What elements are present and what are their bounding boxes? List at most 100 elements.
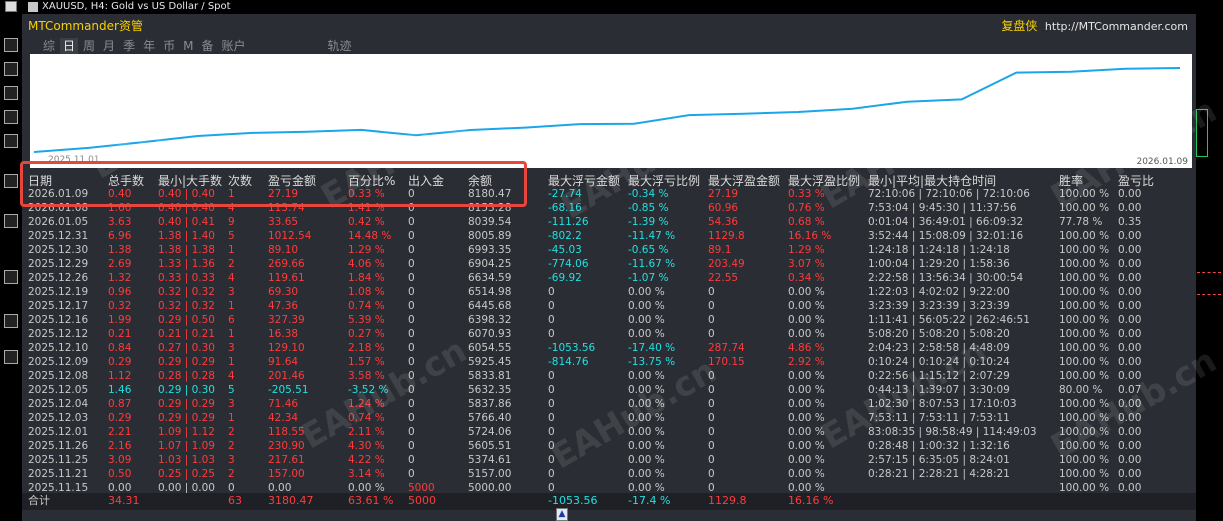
cell-count: 4 [228, 272, 235, 284]
table-row[interactable]: 2025.12.31 6.96 1.38 | 1.40 5 1012.54 14.48 %… [22, 229, 1196, 243]
cell-max-float-loss: -68.16 [548, 202, 582, 214]
menu-icon[interactable] [5, 1, 17, 12]
table-row[interactable]: 2025.12.03 0.29 0.29 | 0.29 1 42.34 0.74 % 0 57… [22, 411, 1196, 425]
tab-quarterly[interactable]: 季 [120, 38, 138, 54]
table-row[interactable]: 2025.12.12 0.21 0.21 | 0.21 1 16.38 0.27 % 0 60… [22, 327, 1196, 341]
toolbar-icon[interactable] [4, 38, 18, 52]
table-row[interactable]: 2025.12.09 0.29 0.29 | 0.29 1 91.64 1.57 % 0 59… [22, 355, 1196, 369]
cell-pnl: 327.39 [268, 314, 305, 326]
cell-balance: 6445.68 [468, 300, 512, 312]
cell-max-float-profit: 0 [708, 314, 715, 326]
cell-win-rate: 100.00 % [1059, 230, 1110, 242]
cell-deposit: 0 [408, 314, 415, 326]
cell-pct: 0.42 % [348, 216, 385, 228]
cell-profit-factor: 0.00 [1118, 188, 1142, 200]
table-row[interactable]: 2025.12.08 1.12 0.28 | 0.28 4 201.46 3.58 % 0 5… [22, 369, 1196, 383]
tab-monthly[interactable]: 月 [100, 38, 118, 54]
cell-max-float-profit-pct: 0.34 % [788, 272, 825, 284]
tab-account[interactable]: 账户 [218, 38, 248, 54]
site-url[interactable]: http://MTCommander.com [1045, 20, 1188, 33]
cell-max-float-loss: 0 [548, 426, 555, 438]
cell-max-float-loss: 0 [548, 286, 555, 298]
toolbar-icon[interactable] [4, 350, 18, 364]
table-row[interactable]: 2025.11.26 2.16 1.07 | 1.09 2 230.90 4.30 % 0 5… [22, 439, 1196, 453]
tab-currency[interactable]: 币 [160, 38, 178, 54]
total-deposit: 5000 [408, 494, 436, 507]
cell-max-float-profit: 0 [708, 454, 715, 466]
cell-pct: 3.58 % [348, 370, 385, 382]
cell-max-float-profit: 0 [708, 440, 715, 452]
cell-win-rate: 77.78 % [1059, 216, 1103, 228]
cell-min-max-lots: 1.03 | 1.03 [158, 454, 215, 466]
table-row[interactable]: 2025.12.05 1.46 0.29 | 0.30 5 -205.51 -3.52 %… [22, 383, 1196, 397]
cell-balance: 6054.55 [468, 342, 512, 354]
cell-profit-factor: 0.00 [1118, 258, 1142, 270]
tab-trajectory[interactable]: 轨迹 [325, 38, 355, 54]
cell-max-float-loss: -774.06 [548, 258, 589, 270]
tab-notes[interactable]: 备 [198, 38, 216, 54]
toolbar-icon[interactable] [4, 270, 18, 284]
cell-profit-factor: 0.00 [1118, 230, 1142, 242]
cell-balance: 6070.93 [468, 328, 512, 340]
cell-max-float-loss: 0 [548, 398, 555, 410]
cell-pct: 3.14 % [348, 468, 385, 480]
table-row[interactable]: 2025.12.16 1.99 0.29 | 0.50 6 327.39 5.39 % 0 6… [22, 313, 1196, 327]
cell-pnl: 42.34 [268, 412, 299, 424]
table-row[interactable]: 2025.12.01 2.21 1.09 | 1.12 2 118.55 2.11 % 0 5… [22, 425, 1196, 439]
cell-profit-factor: 0.00 [1118, 272, 1142, 284]
table-row[interactable]: 2025.11.21 0.50 0.25 | 0.25 2 157.00 3.14 % 0 5… [22, 467, 1196, 481]
tab-magic[interactable]: M [180, 38, 196, 54]
toolbar-icon[interactable] [4, 174, 18, 188]
tab-weekly[interactable]: 周 [80, 38, 98, 54]
cell-max-float-loss-pct: 0.00 % [628, 370, 665, 382]
cell-pnl: 1012.54 [268, 230, 312, 242]
site-brand[interactable]: 复盘侠 http://MTCommander.com [1001, 17, 1188, 34]
table-row[interactable]: 2025.12.26 1.32 0.33 | 0.33 4 119.61 1.84 % 0 6… [22, 271, 1196, 285]
cell-win-rate: 100.00 % [1059, 244, 1110, 256]
cell-balance: 6904.25 [468, 258, 512, 270]
cell-total-lots: 0.50 [108, 468, 132, 480]
cell-deposit: 0 [408, 356, 415, 368]
table-row[interactable]: 2025.12.10 0.84 0.27 | 0.30 3 129.10 2.18 % 0 6… [22, 341, 1196, 355]
table-row[interactable]: 2025.12.04 0.87 0.29 | 0.29 3 71.46 1.24 % 0 58… [22, 397, 1196, 411]
toolbar-icon[interactable] [4, 134, 18, 148]
table-row[interactable]: 2025.12.29 2.69 1.33 | 1.36 2 269.66 4.06 % 0 6… [22, 257, 1196, 271]
table-row[interactable]: 2026.01.05 3.63 0.40 | 0.41 9 33.65 0.42 % 0 80… [22, 215, 1196, 229]
toolbar-icon[interactable] [4, 314, 18, 328]
table-row[interactable]: 2025.12.17 0.32 0.32 | 0.32 1 47.36 0.74 % 0 64… [22, 299, 1196, 313]
toolbar-icon[interactable] [4, 62, 18, 76]
cell-hold-time: 0:28:21 | 2:28:21 | 4:28:21 [868, 468, 1010, 480]
tab-summary[interactable]: 综 [40, 38, 58, 54]
cell-profit-factor: 0.00 [1118, 314, 1142, 326]
cell-date: 2025.12.29 [28, 258, 89, 270]
cell-hold-time: 3:52:44 | 15:08:09 | 32:01:16 [868, 230, 1024, 242]
table-row[interactable]: 2025.12.19 0.96 0.32 | 0.32 3 69.30 1.08 % 0 65… [22, 285, 1196, 299]
cell-max-float-profit: 170.15 [708, 356, 745, 368]
cell-max-float-profit: 27.19 [708, 188, 739, 200]
cell-total-lots: 0.29 [108, 356, 132, 368]
tab-yearly[interactable]: 年 [140, 38, 158, 54]
tab-daily[interactable]: 日 [60, 38, 79, 54]
table-row[interactable]: 2025.11.25 3.09 1.03 | 1.03 3 217.61 4.22 % 0 5… [22, 453, 1196, 467]
cell-profit-factor: 0.00 [1118, 398, 1142, 410]
cell-pnl: 71.46 [268, 398, 299, 410]
toolbar-icon[interactable] [4, 110, 18, 124]
cell-profit-factor: 0.00 [1118, 454, 1142, 466]
cell-count: 1 [228, 300, 235, 312]
cell-max-float-profit-pct: 0.76 % [788, 202, 825, 214]
cell-min-max-lots: 1.07 | 1.09 [158, 440, 215, 452]
cell-date: 2025.11.25 [28, 454, 89, 466]
cell-pnl: 33.65 [268, 216, 299, 228]
cell-count: 2 [228, 440, 235, 452]
total-pct: 63.61 % [348, 494, 394, 507]
table-row[interactable]: 2025.12.30 1.38 1.38 | 1.38 1 89.10 1.29 % 0 69… [22, 243, 1196, 257]
cell-pnl: 69.30 [268, 286, 299, 298]
cell-min-max-lots: 0.29 | 0.29 [158, 356, 215, 368]
cell-total-lots: 3.09 [108, 454, 132, 466]
scroll-up-icon[interactable]: ▲ [556, 508, 568, 521]
cell-hold-time: 0:28:48 | 1:00:32 | 1:32:16 [868, 440, 1010, 452]
toolbar-icon[interactable] [4, 86, 18, 100]
cell-count: 9 [228, 216, 235, 228]
cell-max-float-profit-pct: 0.33 % [788, 188, 825, 200]
toolbar-icon[interactable] [4, 214, 18, 228]
